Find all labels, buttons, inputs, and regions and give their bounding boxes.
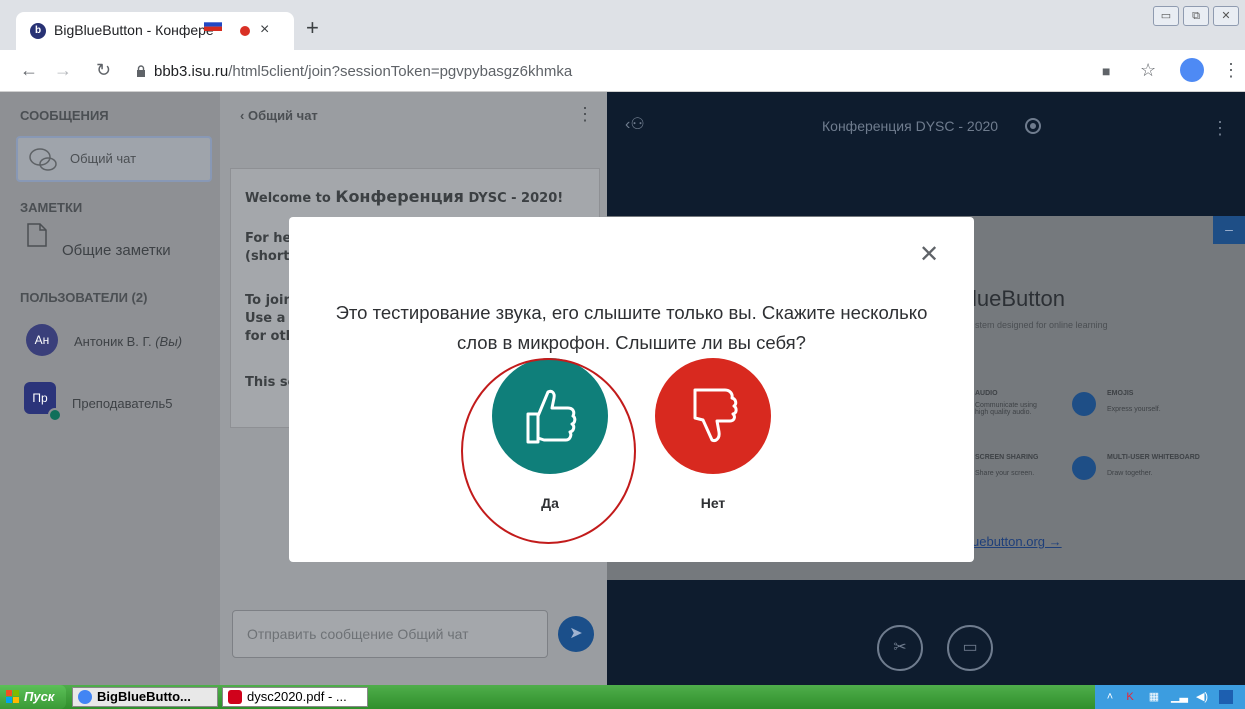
profile-avatar[interactable]: [1180, 58, 1204, 82]
pdf-icon: [228, 690, 242, 704]
chat-back-button[interactable]: ‹ Общий чат: [240, 108, 318, 123]
thumbs-down-icon: [693, 388, 738, 442]
feature-label: MULTI-USER WHITEBOARD: [1107, 454, 1200, 461]
back-arrow-icon[interactable]: ←: [20, 60, 38, 81]
bookmark-star-icon[interactable]: ☆: [1140, 60, 1156, 81]
lock-icon: [137, 65, 145, 77]
emoji-feature-icon: [1072, 392, 1096, 416]
toggle-userlist-icon[interactable]: ‹⚇: [625, 114, 645, 134]
headset-icon: [48, 408, 62, 422]
user-sidebar: СООБЩЕНИЯ Общий чат ЗАМЕТКИ Общие заметк…: [0, 92, 220, 685]
chat-title: Общий чат: [247, 108, 318, 123]
users-header: ПОЛЬЗОВАТЕЛИ (2): [20, 290, 148, 305]
notes-header: ЗАМЕТКИ: [20, 200, 83, 215]
browser-toolbar: ← → ↻ bbb3.isu.ru/html5client/join?sessi…: [0, 50, 1245, 92]
os-taskbar: Пуск BigBlueButto... dysc2020.pdf - ... …: [0, 685, 1245, 709]
message-line: To join: [245, 293, 293, 308]
chat-options-icon[interactable]: ⋮: [576, 104, 594, 125]
close-modal-button[interactable]: ✕: [919, 243, 939, 267]
recording-status-icon[interactable]: [1025, 118, 1041, 134]
minimize-presentation-button[interactable]: –: [1213, 216, 1245, 244]
document-icon: [27, 223, 47, 247]
new-tab-button[interactable]: +: [306, 17, 319, 39]
start-label: Пуск: [24, 689, 55, 704]
sidebar-item-public-chat[interactable]: Общий чат: [16, 136, 212, 182]
echo-no-button[interactable]: [655, 358, 771, 474]
minimize-button[interactable]: ▭: [1153, 6, 1179, 26]
user-item-teacher[interactable]: Преподаватель5: [72, 396, 173, 411]
chat-input-placeholder: Отправить сообщение Общий чат: [247, 626, 469, 642]
feature-label: EMOJIS: [1107, 390, 1134, 397]
show-desktop-icon[interactable]: [1219, 690, 1233, 704]
user-item-self[interactable]: Антоник В. Г. (Вы): [74, 334, 182, 349]
russia-flag-icon: [204, 18, 222, 31]
echo-test-modal: ✕ Это тестирование звука, его слышите то…: [289, 217, 974, 562]
volume-icon[interactable]: ◀): [1195, 690, 1209, 704]
user-name: Антоник В. Г.: [74, 334, 152, 349]
signal-icon[interactable]: ▁▃: [1171, 690, 1188, 704]
annotation-circle: [461, 358, 636, 544]
browser-tab-bar: b BigBlueButton - Конфере × + ▭ ⧉ ✕: [0, 0, 1245, 50]
url-host: bbb3.isu.ru: [154, 63, 229, 80]
mute-microphone-button[interactable]: ✂: [877, 625, 923, 671]
tab-title: BigBlueButton - Конфере: [54, 22, 214, 38]
messages-header: СООБЩЕНИЯ: [20, 108, 109, 123]
address-bar[interactable]: bbb3.isu.ru/html5client/join?sessionToke…: [154, 63, 572, 80]
network-icon[interactable]: ▦: [1147, 690, 1161, 704]
echo-test-message: Это тестирование звука, его слышите толь…: [335, 302, 928, 353]
slide-title: lueButton: [972, 286, 1065, 311]
message-line: Use a: [245, 311, 286, 326]
browser-tab[interactable]: b BigBlueButton - Конфере ×: [16, 12, 294, 50]
system-tray: ˄ K ▦ ▁▃ ◀): [1095, 685, 1245, 709]
taskbar-item-browser[interactable]: BigBlueButto...: [72, 687, 218, 707]
browser-menu-icon[interactable]: ⋮: [1222, 60, 1240, 81]
message-line: for oth: [245, 329, 295, 344]
url-path: /html5client/join?sessionToken=pgvpybasg…: [228, 63, 573, 80]
windows-logo-icon: [6, 690, 19, 703]
feature-desc: Share your screen.: [975, 470, 1035, 477]
feature-label: AUDIO: [975, 390, 998, 397]
forward-arrow-icon[interactable]: →: [54, 60, 72, 81]
feature-desc: Draw together.: [1107, 470, 1153, 477]
antivirus-icon[interactable]: K: [1123, 690, 1137, 704]
chat-bubbles-icon: [29, 148, 57, 171]
whiteboard-feature-icon: [1072, 456, 1096, 480]
public-chat-label: Общий чат: [70, 151, 137, 166]
camera-indicator-icon[interactable]: ■: [1102, 63, 1110, 79]
no-label: Нет: [700, 495, 726, 511]
options-menu-icon[interactable]: ⋮: [1211, 118, 1229, 139]
chat-message-input[interactable]: Отправить сообщение Общий чат: [232, 610, 548, 658]
start-button[interactable]: Пуск: [0, 685, 66, 709]
restore-button[interactable]: ⧉: [1183, 6, 1209, 26]
feature-desc: Communicate using high quality audio.: [975, 402, 1037, 416]
taskbar-item-label: dysc2020.pdf - ...: [247, 689, 347, 704]
taskbar-item-label: BigBlueButto...: [97, 689, 191, 704]
slide-link[interactable]: uebutton.org →: [972, 534, 1062, 549]
show-hidden-icons-icon[interactable]: ˄: [1103, 690, 1117, 704]
meeting-title: Конференция DYSC - 2020: [822, 118, 999, 134]
avatar: Ан: [26, 324, 58, 356]
user-you-tag: (Вы): [155, 334, 183, 349]
send-message-button[interactable]: ➤: [558, 616, 594, 652]
taskbar-item-pdf[interactable]: dysc2020.pdf - ...: [222, 687, 368, 707]
share-camera-button[interactable]: ▭: [947, 625, 993, 671]
tab-close-button[interactable]: ×: [260, 21, 269, 39]
feature-desc: Express yourself.: [1107, 406, 1161, 413]
message-line: For he: [245, 231, 292, 246]
window-close-button[interactable]: ✕: [1213, 6, 1239, 26]
message-line: (short: [245, 249, 290, 264]
recording-indicator-icon: [240, 26, 250, 36]
slide-subtitle: stem designed for online learning: [975, 320, 1108, 330]
bigbluebutton-favicon-icon: b: [30, 23, 46, 39]
feature-label: SCREEN SHARING: [975, 454, 1039, 461]
welcome-line: Welcome to Конференция DYSC - 2020!: [245, 187, 564, 206]
sidebar-item-shared-notes[interactable]: Общие заметки: [62, 242, 171, 259]
reload-icon[interactable]: ↻: [96, 60, 111, 81]
chrome-icon: [78, 690, 92, 704]
window-controls: ▭ ⧉ ✕: [1153, 6, 1239, 26]
